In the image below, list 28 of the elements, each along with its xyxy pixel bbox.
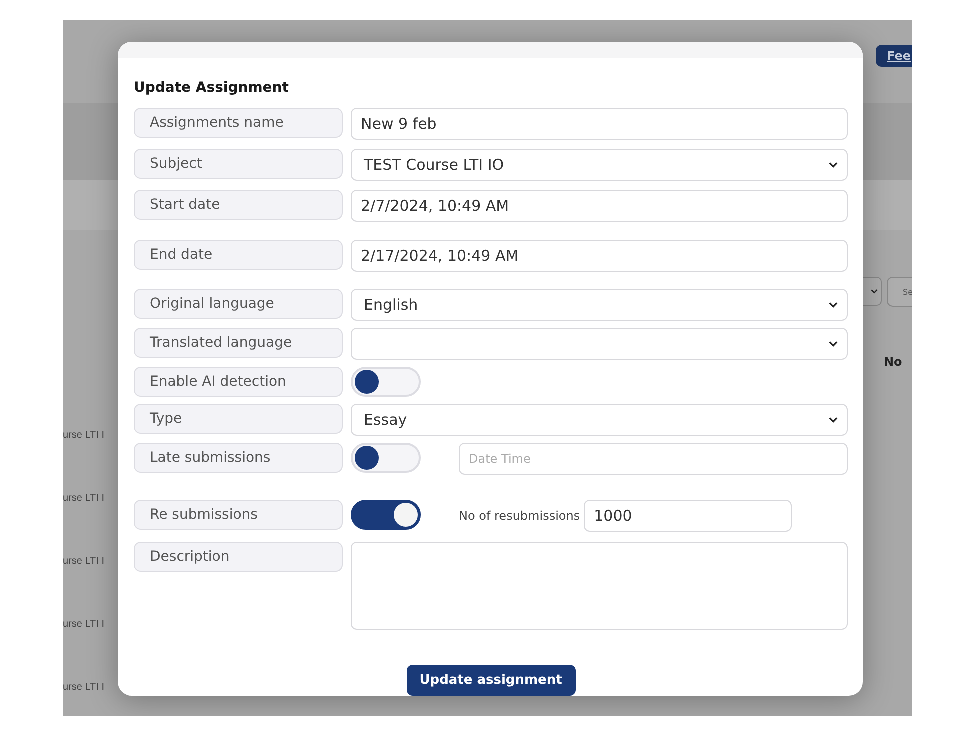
table-cell-text: urse LTI I [63, 493, 106, 504]
field-label: Assignments name [134, 108, 343, 138]
update-button[interactable]: Update assignment [406, 665, 576, 696]
input-field[interactable]: 2/17/2024, 10:49 AM [351, 240, 848, 272]
select-field[interactable]: Essay [351, 404, 848, 436]
table-cell-text: urse LTI I [63, 619, 106, 630]
field-label: Translated language [134, 328, 343, 358]
field-label: End date [134, 240, 343, 270]
table-cell-text: urse LTI I [63, 556, 106, 567]
input-field[interactable]: 1000 [584, 500, 792, 532]
field-label: Late submissions [134, 443, 343, 473]
field-label: Re submissions [134, 500, 343, 530]
field-label: Description [134, 542, 343, 572]
select-field[interactable]: English [351, 289, 848, 321]
table-cell-text: urse LTI I [63, 682, 106, 693]
table-cell-text: urse LTI I [63, 430, 106, 441]
dialog-title: Update Assignment [134, 80, 290, 96]
status-text: No [884, 355, 902, 369]
feedback-button[interactable]: Fee [876, 45, 912, 67]
input-field[interactable]: 2/7/2024, 10:49 AM [351, 190, 848, 222]
field-label: No of resubmissions [459, 508, 580, 525]
field-label: Type [134, 404, 343, 434]
field-label: Original language [134, 289, 343, 319]
field-label: Start date [134, 190, 343, 220]
input-field[interactable]: New 9 feb [351, 108, 848, 140]
select-field[interactable]: TEST Course LTI IO [351, 149, 848, 181]
field-label: Subject [134, 149, 343, 179]
field-label: Enable AI detection [134, 367, 343, 397]
